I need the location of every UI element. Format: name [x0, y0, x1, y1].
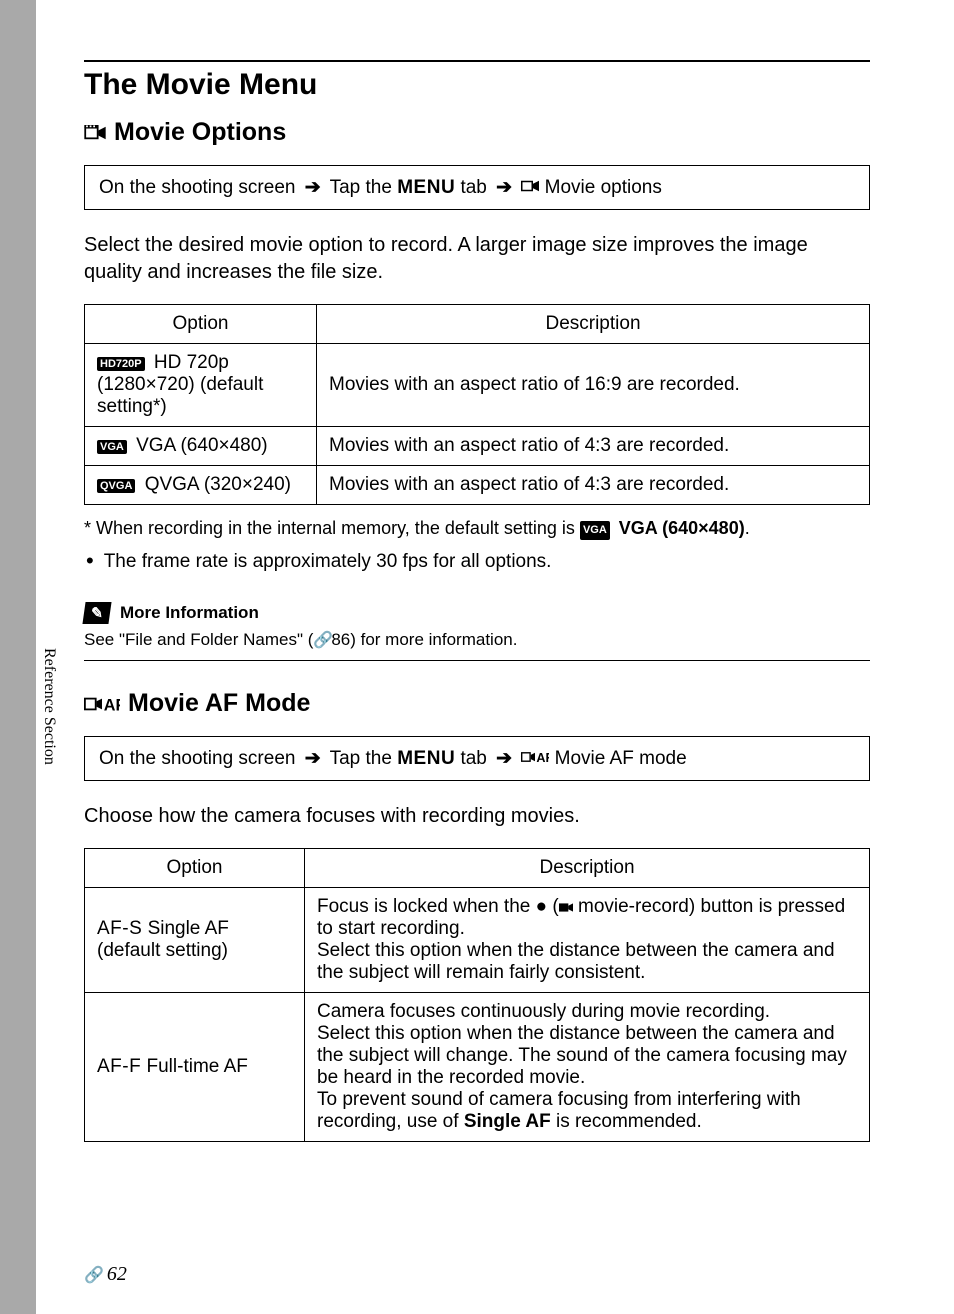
format-badge: VGA [580, 521, 610, 540]
option-description: Movies with an aspect ratio of 4:3 are r… [317, 466, 870, 505]
af-mode-code: AF-S [97, 918, 142, 939]
more-info-block: ✎ More Information See "File and Folder … [84, 602, 870, 650]
af-mode-code: AF-F [97, 1056, 141, 1077]
section-movie-af-mode: AF Movie AF Mode On the shooting screen … [84, 660, 870, 1142]
option-label: Full-time AF [147, 1056, 248, 1077]
menu-tab-label: MENU [397, 177, 455, 198]
nav-text: Movie AF mode [555, 748, 687, 769]
footnote-text: * When recording in the internal memory,… [84, 518, 575, 538]
arrow-icon: ➔ [496, 748, 512, 769]
section-movie-options: Movie Options On the shooting screen ➔ T… [84, 118, 870, 650]
col-header-description: Description [317, 305, 870, 344]
option-description: Focus is locked when the ● ( movie-recor… [305, 888, 870, 993]
bullet-note: The frame rate is approximately 30 fps f… [84, 548, 870, 574]
record-button-icon: ● [536, 896, 547, 917]
col-header-description: Description [305, 849, 870, 888]
note-icon: ✎ [82, 602, 111, 624]
intro-paragraph: Choose how the camera focuses with recor… [84, 803, 870, 830]
footnote-text: . [745, 518, 750, 538]
svg-text:AF: AF [537, 751, 550, 764]
page-root: Reference Section The Movie Menu Movie O… [0, 0, 954, 1314]
heading-text: Movie AF Mode [128, 689, 310, 718]
arrow-icon: ➔ [305, 748, 321, 769]
nav-text: Tap the [330, 748, 392, 769]
link-icon: 🔗 [313, 630, 327, 650]
nav-text: Movie options [545, 177, 662, 198]
heading-movie-af: AF Movie AF Mode [84, 689, 870, 718]
intro-paragraph: Select the desired movie option to recor… [84, 232, 870, 286]
movie-icon [521, 179, 539, 193]
svg-text:AF: AF [104, 696, 120, 714]
option-label: VGA (640×480) [136, 435, 268, 456]
nav-text: On the shooting screen [99, 748, 295, 769]
nav-text: Tap the [330, 177, 392, 198]
heading-text: Movie Options [114, 118, 286, 147]
page-ref: 86 [331, 630, 350, 649]
more-info-heading: ✎ More Information [84, 602, 870, 624]
table-row: AF-S Single AF (default setting) Focus i… [85, 888, 870, 993]
arrow-icon: ➔ [496, 177, 512, 198]
nav-text: tab [460, 748, 486, 769]
nav-path-movie-af: On the shooting screen ➔ Tap the MENU ta… [84, 736, 870, 781]
format-badge: QVGA [97, 479, 135, 493]
movie-icon [84, 125, 106, 141]
side-section-label: Reference Section [40, 648, 58, 765]
footnote-bold: VGA (640×480) [619, 518, 745, 538]
option-description: Movies with an aspect ratio of 16:9 are … [317, 344, 870, 427]
heading-movie-options: Movie Options [84, 118, 870, 147]
page-title: The Movie Menu [84, 60, 870, 102]
table-row: HD720P HD 720p (1280×720) (default setti… [85, 344, 870, 427]
info-text: See "File and Folder Names" ( [84, 630, 313, 649]
option-description: Movies with an aspect ratio of 4:3 are r… [317, 427, 870, 466]
left-margin [0, 0, 36, 1314]
options-table: Option Description HD720P HD 720p (1280×… [84, 304, 870, 505]
link-icon: 🔗 [84, 1265, 98, 1285]
nav-text: On the shooting screen [99, 177, 295, 198]
col-header-option: Option [85, 305, 317, 344]
col-header-option: Option [85, 849, 305, 888]
info-heading-text: More Information [120, 603, 259, 623]
nav-text: tab [460, 177, 486, 198]
footnote: * When recording in the internal memory,… [84, 515, 870, 542]
option-description: Camera focuses continuously during movie… [305, 993, 870, 1142]
table-row: QVGA QVGA (320×240) Movies with an aspec… [85, 466, 870, 505]
table-row: VGA VGA (640×480) Movies with an aspect … [85, 427, 870, 466]
format-badge: HD720P [97, 357, 145, 371]
af-options-table: Option Description AF-S Single AF (defau… [84, 848, 870, 1142]
movie-af-icon: AF [521, 750, 549, 764]
nav-path-movie-options: On the shooting screen ➔ Tap the MENU ta… [84, 165, 870, 210]
arrow-icon: ➔ [305, 177, 321, 198]
page-number: 🔗 62 [84, 1263, 127, 1286]
format-badge: VGA [97, 440, 127, 454]
info-text: ) for more information. [350, 630, 517, 649]
table-row: AF-F Full-time AF Camera focuses continu… [85, 993, 870, 1142]
option-label: QVGA (320×240) [145, 474, 291, 495]
menu-tab-label: MENU [397, 748, 455, 769]
more-info-body: See "File and Folder Names" (🔗86) for mo… [84, 630, 870, 650]
movie-af-icon: AF [84, 694, 120, 714]
